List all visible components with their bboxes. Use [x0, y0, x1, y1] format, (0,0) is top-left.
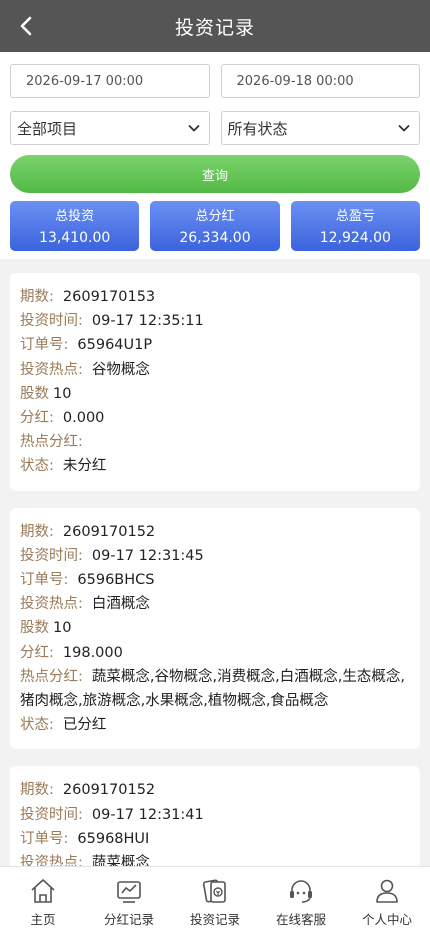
stat-label: 总分红 [195, 209, 235, 224]
order-label: 订单号: [20, 337, 69, 354]
summary-stats: 总投资 13,410.00 总分红 26,334.00 总盈亏 12,924.0… [10, 201, 420, 251]
stat-label: 总盈亏 [335, 209, 375, 224]
hot-dividend-label: 热点分红: [20, 434, 83, 451]
dividend-label: 分红: [20, 644, 54, 661]
status-label: 状态: [20, 717, 54, 734]
home-icon [31, 879, 55, 903]
dividend-label: 分红: [20, 410, 54, 427]
stat-value: 26,334.00 [179, 230, 251, 246]
record-list: 期数: 2609170153 投资时间: 09-17 12:35:11 订单号: 65… [0, 259, 430, 888]
tab-home[interactable]: 主页 [0, 867, 86, 932]
tab-label: 分红记录 [103, 912, 154, 927]
dividend-record-icon [117, 881, 141, 903]
dividend-value: 198.000 [62, 644, 123, 661]
time-label: 投资时间: [20, 313, 83, 330]
order-label: 订单号: [20, 572, 69, 589]
period-label: 期数: [20, 289, 54, 305]
period-value: 2609170153 [62, 289, 156, 305]
chevron-down-icon [398, 124, 410, 132]
topic-label: 投资热点: [20, 596, 83, 613]
stat-label: 总投资 [55, 209, 95, 224]
time-value: 09-17 12:31:41 [91, 806, 204, 823]
total-profit-card: 总盈亏 12,924.00 [290, 201, 420, 251]
status-select[interactable]: 所有状态 [220, 111, 420, 145]
project-select-value: 全部项目 [17, 119, 78, 138]
status-value: 未分红 [62, 458, 107, 475]
tab-label: 在线客服 [275, 912, 326, 927]
back-button[interactable] [8, 0, 44, 52]
status-value: 已分红 [62, 717, 107, 734]
bottom-tab-bar: 主页 分红记录 投资记录 在线客服 个人中心 [0, 866, 430, 932]
total-dividend-card: 总分红 26,334.00 [150, 201, 280, 251]
shares-label: 股数 [20, 620, 49, 637]
shares-label: 股数 [20, 385, 49, 402]
end-date-input[interactable]: 2026-09-18 00:00 [220, 64, 420, 98]
status-select-value: 所有状态 [227, 119, 288, 138]
topic-label: 投资热点: [20, 361, 83, 378]
time-value: 09-17 12:35:11 [91, 313, 204, 330]
filter-panel: 2026-09-17 00:00 2026-09-18 00:00 全部项目 所… [0, 52, 430, 259]
period-value: 2609170152 [62, 523, 156, 540]
dividend-value: 0.000 [62, 410, 105, 427]
status-label: 状态: [20, 458, 54, 475]
order-value: 65964U1P [77, 337, 153, 354]
project-select[interactable]: 全部项目 [10, 111, 210, 145]
chevron-left-icon [20, 16, 32, 36]
tab-profile[interactable]: 个人中心 [344, 867, 430, 932]
period-label: 期数: [20, 523, 54, 540]
hot-dividend-label: 热点分红: [20, 668, 83, 685]
profile-icon [376, 879, 398, 903]
topic-value: 谷物概念 [91, 361, 150, 378]
shares-value: 10 [53, 385, 72, 402]
record-card[interactable]: 期数: 2609170153 投资时间: 09-17 12:35:11 订单号: 65… [10, 273, 420, 491]
time-label: 投资时间: [20, 547, 83, 564]
period-label: 期数: [20, 782, 54, 799]
time-value: 09-17 12:31:45 [91, 547, 204, 564]
stat-value: 13,410.00 [39, 230, 111, 246]
page-title: 投资记录 [174, 16, 255, 39]
customer-service-icon [290, 880, 312, 903]
chevron-down-icon [187, 124, 200, 132]
period-value: 2609170152 [62, 782, 156, 799]
tab-label: 主页 [30, 912, 56, 927]
tab-label: 个人中心 [361, 912, 412, 927]
tab-investment-records[interactable]: 投资记录 [172, 867, 258, 932]
tab-label: 投资记录 [189, 912, 240, 927]
top-bar: 投资记录 [0, 0, 430, 52]
investment-record-icon [202, 879, 226, 903]
total-investment-card: 总投资 13,410.00 [10, 201, 140, 251]
query-button[interactable]: 查询 [10, 155, 420, 193]
topic-value: 白酒概念 [91, 596, 150, 613]
start-date-input[interactable]: 2026-09-17 00:00 [10, 64, 210, 98]
time-label: 投资时间: [20, 806, 83, 823]
stat-value: 12,924.00 [319, 230, 391, 246]
order-value: 6596BHCS [77, 572, 155, 589]
shares-value: 10 [53, 620, 72, 637]
tab-customer-service[interactable]: 在线客服 [258, 867, 344, 932]
record-card[interactable]: 期数: 2609170152 投资时间: 09-17 12:31:45 订单号: 65… [10, 507, 420, 750]
tab-dividend-records[interactable]: 分红记录 [86, 867, 172, 932]
order-label: 订单号: [20, 830, 69, 847]
order-value: 65968HUI [77, 830, 150, 847]
